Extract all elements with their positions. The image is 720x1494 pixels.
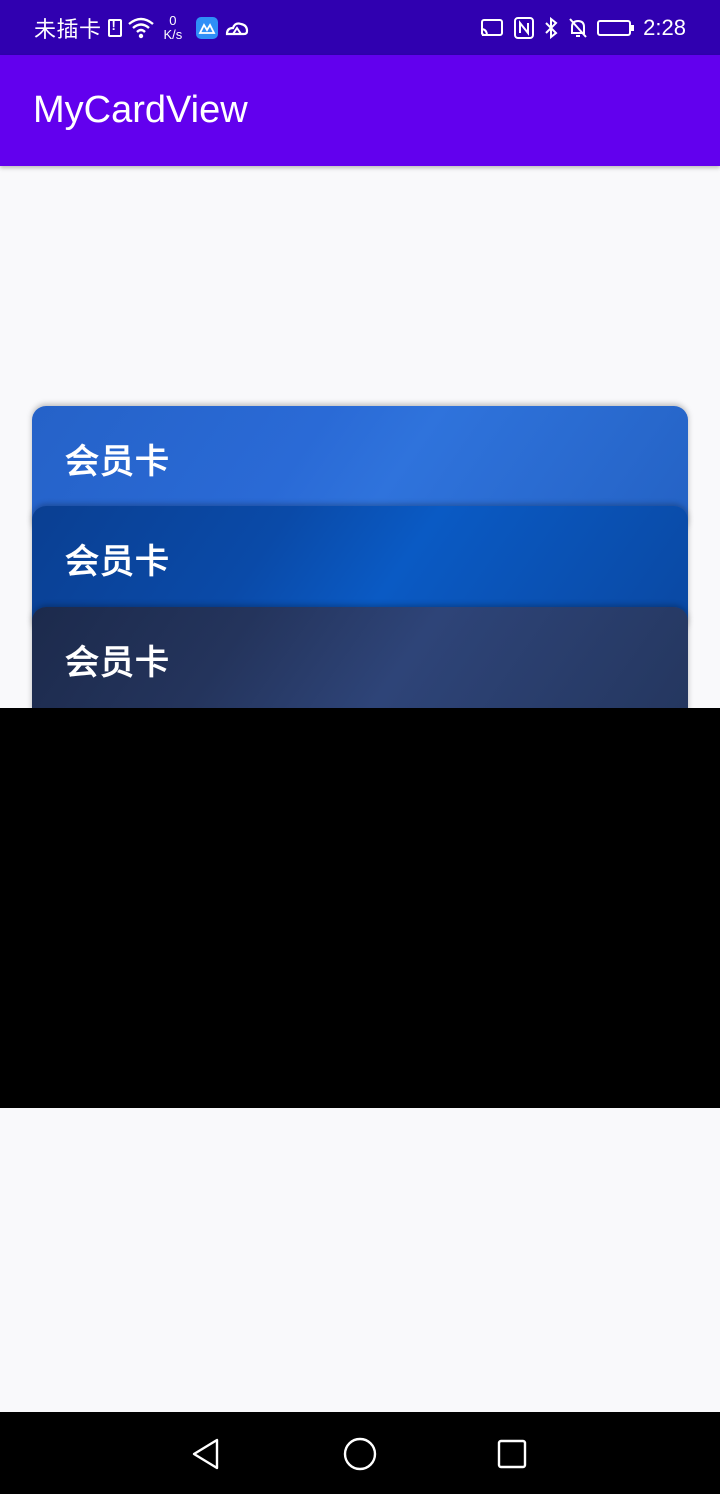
- navigation-bar: [0, 1412, 720, 1494]
- home-button[interactable]: [338, 1432, 382, 1476]
- net-speed-value: 0: [169, 12, 177, 28]
- recents-button[interactable]: [490, 1432, 534, 1476]
- status-left: 未插卡 0 K/s: [34, 0, 250, 55]
- recents-icon: [497, 1439, 527, 1469]
- mute-notification-icon: [569, 17, 587, 38]
- status-right: 2:28: [479, 0, 686, 55]
- card-label: 会员卡: [65, 543, 170, 581]
- battery-icon: [597, 19, 635, 36]
- cloud-app-icon: [226, 21, 249, 35]
- nfc-icon: [514, 16, 535, 39]
- wifi-icon: [127, 17, 154, 38]
- carrier-text: 未插卡: [34, 16, 102, 42]
- app-title: MyCardView: [33, 89, 248, 131]
- net-speed: 0 K/s: [163, 12, 183, 42]
- clock: 2:28: [643, 14, 686, 40]
- cast-icon: [481, 18, 504, 36]
- net-speed-unit: K/s: [163, 26, 183, 42]
- back-button[interactable]: [184, 1432, 228, 1476]
- back-icon: [192, 1438, 219, 1470]
- black-overlay: [0, 708, 720, 1108]
- sim-warning-icon: [107, 18, 122, 37]
- status-bar: 未插卡 0 K/s: [0, 0, 720, 55]
- home-icon: [343, 1437, 377, 1471]
- app-a-icon: [196, 16, 219, 39]
- bluetooth-icon: [545, 16, 558, 39]
- card-label: 会员卡: [65, 443, 170, 481]
- card-label: 会员卡: [65, 644, 170, 682]
- app-bar: MyCardView: [0, 55, 720, 166]
